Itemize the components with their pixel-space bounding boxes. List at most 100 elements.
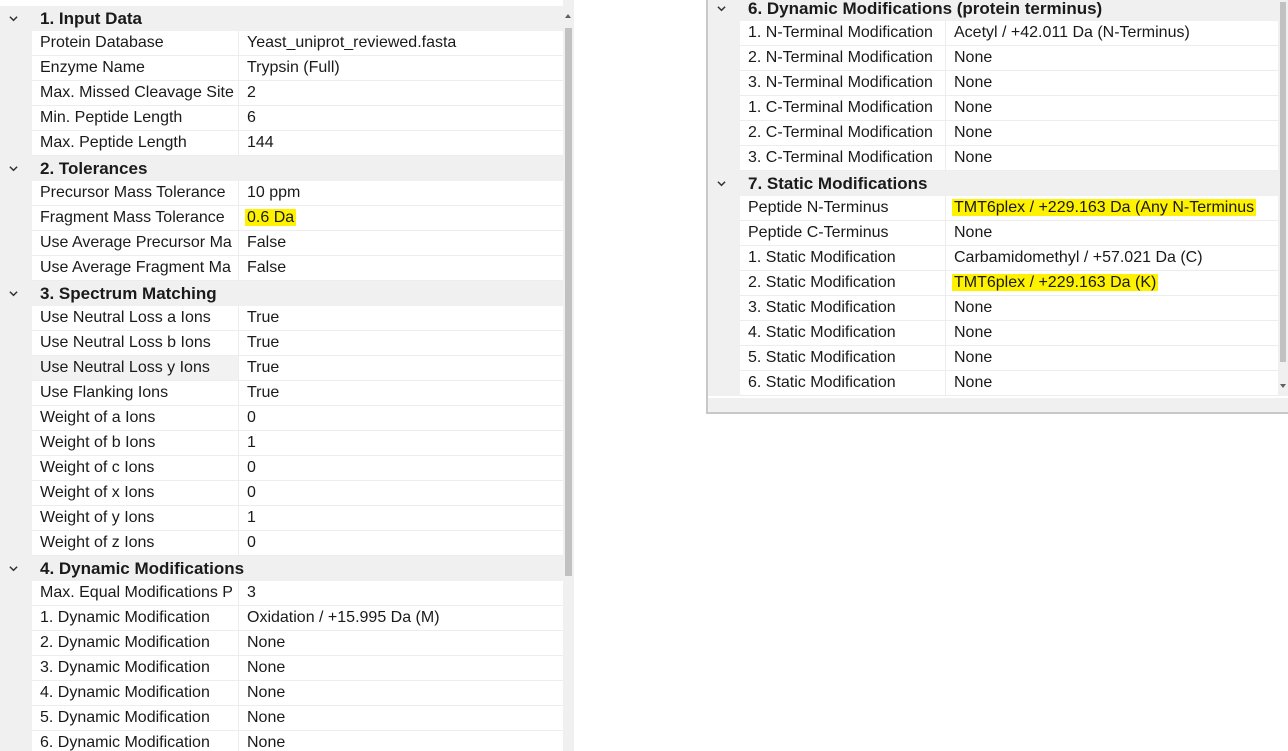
property-name[interactable]: 1. C-Terminal Modification <box>740 96 946 121</box>
property-row[interactable]: Peptide C-Terminus None <box>708 221 1278 246</box>
property-name[interactable]: 6. Static Modification <box>740 371 946 396</box>
property-name[interactable]: Max. Missed Cleavage Site <box>32 81 239 106</box>
property-value[interactable]: 0 <box>239 456 563 481</box>
category-header[interactable]: 7. Static Modifications <box>708 171 1278 196</box>
property-value[interactable]: None <box>239 731 563 751</box>
property-value[interactable]: 0 <box>239 531 563 556</box>
property-value[interactable]: None <box>946 296 1278 321</box>
property-value[interactable]: None <box>946 321 1278 346</box>
property-value[interactable]: None <box>946 146 1278 171</box>
property-row[interactable]: 1. N-Terminal Modification Acetyl / +42.0… <box>708 21 1278 46</box>
property-name[interactable]: 4. Static Modification <box>740 321 946 346</box>
property-row[interactable]: Protein Database Yeast_uniprot_reviewed.f… <box>0 31 563 56</box>
property-value[interactable]: Yeast_uniprot_reviewed.fasta <box>239 31 563 56</box>
property-name[interactable]: Weight of c Ions <box>32 456 239 481</box>
property-value[interactable]: False <box>239 256 563 281</box>
property-name[interactable]: Peptide N-Terminus <box>740 196 946 221</box>
category-expander[interactable] <box>0 281 32 306</box>
chevron-down-icon[interactable] <box>717 4 726 13</box>
property-row[interactable]: 2. Dynamic Modification None <box>0 631 563 656</box>
property-row[interactable]: Max. Peptide Length 144 <box>0 131 563 156</box>
property-value[interactable]: None <box>946 121 1278 146</box>
property-name[interactable]: 3. N-Terminal Modification <box>740 71 946 96</box>
property-name[interactable]: Enzyme Name <box>32 56 239 81</box>
property-name[interactable]: 2. C-Terminal Modification <box>740 121 946 146</box>
property-value[interactable]: True <box>239 331 563 356</box>
property-name[interactable]: Use Neutral Loss b Ions <box>32 331 239 356</box>
property-row[interactable]: Weight of a Ions 0 <box>0 406 563 431</box>
chevron-down-icon[interactable] <box>9 564 18 573</box>
property-row[interactable]: Max. Missed Cleavage Site 2 <box>0 81 563 106</box>
property-name[interactable]: Max. Equal Modifications P <box>32 581 239 606</box>
property-name[interactable]: 4. Dynamic Modification <box>32 681 239 706</box>
property-name[interactable]: 1. N-Terminal Modification <box>740 21 946 46</box>
property-row[interactable]: 4. Dynamic Modification None <box>0 681 563 706</box>
property-row[interactable]: Fragment Mass Tolerance 0.6 Da <box>0 206 563 231</box>
property-value[interactable]: None <box>946 71 1278 96</box>
property-value[interactable]: 1 <box>239 431 563 456</box>
chevron-down-icon[interactable] <box>717 179 726 188</box>
property-name[interactable]: 3. Dynamic Modification <box>32 656 239 681</box>
property-row[interactable]: Weight of z Ions 0 <box>0 531 563 556</box>
property-row[interactable]: 3. N-Terminal Modification None <box>708 71 1278 96</box>
property-name[interactable]: Use Average Precursor Ma <box>32 231 239 256</box>
left-vertical-scrollbar[interactable] <box>563 0 574 751</box>
property-value[interactable]: True <box>239 381 563 406</box>
property-row[interactable]: 5. Static Modification None <box>708 346 1278 371</box>
property-row[interactable]: Use Average Fragment Ma False <box>0 256 563 281</box>
property-value[interactable]: None <box>239 631 563 656</box>
left-scrollbar-thumb[interactable] <box>565 28 572 576</box>
property-row[interactable]: 1. Static Modification Carbamidomethyl / … <box>708 246 1278 271</box>
category-expander[interactable] <box>0 556 32 581</box>
property-value[interactable]: 1 <box>239 506 563 531</box>
property-value[interactable]: True <box>239 306 563 331</box>
property-row[interactable]: 4. Static Modification None <box>708 321 1278 346</box>
property-value[interactable]: None <box>239 681 563 706</box>
property-name[interactable]: Min. Peptide Length <box>32 106 239 131</box>
property-value[interactable]: 2 <box>239 81 563 106</box>
property-row[interactable]: Enzyme Name Trypsin (Full) <box>0 56 563 81</box>
property-row[interactable]: Use Average Precursor Ma False <box>0 231 563 256</box>
property-row[interactable]: Weight of y Ions 1 <box>0 506 563 531</box>
category-expander[interactable] <box>0 156 32 181</box>
property-row[interactable]: 5. Dynamic Modification None <box>0 706 563 731</box>
property-value[interactable]: 0 <box>239 481 563 506</box>
property-name[interactable]: Peptide C-Terminus <box>740 221 946 246</box>
property-row[interactable]: 2. C-Terminal Modification None <box>708 121 1278 146</box>
category-header[interactable]: 1. Input Data <box>0 6 563 31</box>
category-header[interactable]: 2. Tolerances <box>0 156 563 181</box>
property-row[interactable]: Use Neutral Loss b Ions True <box>0 331 563 356</box>
property-row[interactable]: 6. Dynamic Modification None <box>0 731 563 751</box>
property-name[interactable]: Weight of a Ions <box>32 406 239 431</box>
property-value[interactable]: Acetyl / +42.011 Da (N-Terminus) <box>946 21 1278 46</box>
property-name[interactable]: Use Flanking Ions <box>32 381 239 406</box>
property-row[interactable]: Peptide N-Terminus TMT6plex / +229.163 Da… <box>708 196 1278 221</box>
property-row[interactable]: Weight of b Ions 1 <box>0 431 563 456</box>
category-header[interactable]: 6. Dynamic Modifications (protein termin… <box>708 0 1278 21</box>
property-row[interactable]: 3. C-Terminal Modification None <box>708 146 1278 171</box>
category-expander[interactable] <box>708 0 740 21</box>
property-value[interactable]: None <box>239 656 563 681</box>
property-row[interactable]: 1. C-Terminal Modification None <box>708 96 1278 121</box>
property-value[interactable]: 144 <box>239 131 563 156</box>
property-value[interactable]: Trypsin (Full) <box>239 56 563 81</box>
property-name[interactable]: Use Neutral Loss y Ions <box>32 356 239 381</box>
property-name[interactable]: Weight of z Ions <box>32 531 239 556</box>
chevron-down-icon[interactable] <box>9 164 18 173</box>
property-value[interactable]: None <box>946 46 1278 71</box>
property-name[interactable]: 1. Static Modification <box>740 246 946 271</box>
scroll-down-arrow-icon[interactable] <box>1280 384 1286 388</box>
property-name[interactable]: Weight of x Ions <box>32 481 239 506</box>
property-row[interactable]: 3. Static Modification None <box>708 296 1278 321</box>
property-value[interactable]: TMT6plex / +229.163 Da (K) <box>946 271 1278 296</box>
property-value[interactable]: False <box>239 231 563 256</box>
property-name[interactable]: Use Average Fragment Ma <box>32 256 239 281</box>
property-name[interactable]: 6. Dynamic Modification <box>32 731 239 751</box>
right-scrollbar-thumb[interactable] <box>1280 2 1286 362</box>
property-row[interactable]: 6. Static Modification None <box>708 371 1278 396</box>
property-value[interactable]: Carbamidomethyl / +57.021 Da (C) <box>946 246 1278 271</box>
property-row[interactable]: 3. Dynamic Modification None <box>0 656 563 681</box>
property-name[interactable]: 3. Static Modification <box>740 296 946 321</box>
property-row[interactable]: 2. Static Modification TMT6plex / +229.16… <box>708 271 1278 296</box>
property-row[interactable]: Precursor Mass Tolerance 10 ppm <box>0 181 563 206</box>
